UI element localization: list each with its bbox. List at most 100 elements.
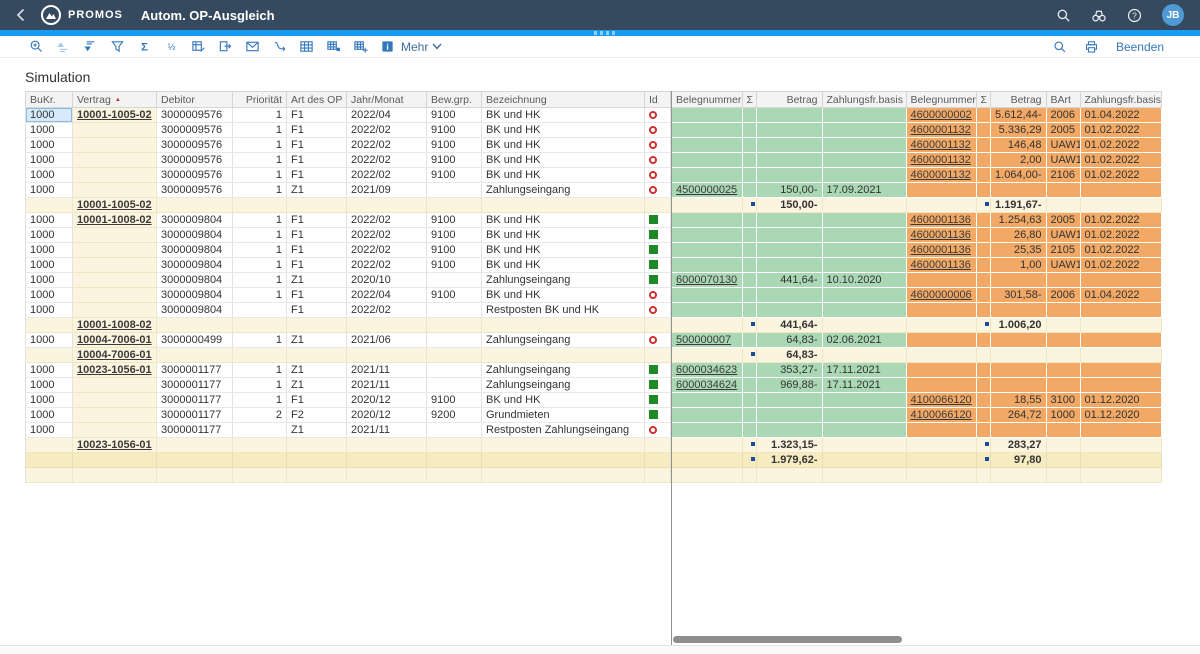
column-header[interactable]: Σ — [976, 92, 990, 108]
cell-zahlungsfr-1 — [822, 288, 906, 303]
beleg-link[interactable]: 6000034624 — [676, 379, 737, 391]
vertrag-subtotal-link[interactable]: 10023-1056-01 — [77, 439, 152, 451]
filter-icon[interactable] — [109, 39, 125, 55]
grid-insert-icon[interactable] — [352, 39, 368, 55]
beleg-link[interactable]: 6000034623 — [676, 364, 737, 376]
column-header[interactable]: Belegnummer — [906, 92, 976, 108]
splitter-grip[interactable] — [594, 31, 618, 35]
cell-bart — [1046, 273, 1080, 288]
beleg-link[interactable]: 4600001136 — [911, 229, 971, 241]
beleg-link[interactable]: 4600001136 — [911, 214, 971, 226]
vertrag-link[interactable]: 10001-1008-02 — [77, 214, 152, 226]
column-header[interactable]: Vertrag▲ — [73, 92, 157, 108]
cell-belegnummer-2: 4600001136 — [906, 258, 976, 273]
beleg-link[interactable]: 4600000002 — [911, 109, 972, 121]
search-icon[interactable] — [1056, 8, 1071, 23]
column-header[interactable]: Zahlungsfr.basis — [1080, 92, 1161, 108]
beleg-link[interactable]: 4600001136 — [911, 259, 971, 271]
beleg-link[interactable]: 500000007 — [676, 334, 731, 346]
column-header[interactable]: Σ — [742, 92, 756, 108]
column-header[interactable]: Priorität — [233, 92, 287, 108]
toolbar-search-icon[interactable] — [1052, 39, 1068, 55]
avatar[interactable]: JB — [1162, 4, 1184, 26]
zoom-in-icon[interactable] — [28, 39, 44, 55]
cell-bezeichnung: Restposten Zahlungseingang — [482, 423, 645, 438]
beleg-link[interactable]: 4600001132 — [911, 154, 971, 166]
cell-id — [645, 363, 671, 378]
cell-belegnummer-2 — [906, 318, 976, 333]
beleg-link[interactable]: 4100066120 — [911, 394, 972, 406]
beleg-link[interactable]: 4600001136 — [911, 244, 971, 256]
cell-prioritaet: 1 — [233, 378, 287, 393]
column-header[interactable]: Betrag — [990, 92, 1046, 108]
brand-name: PROMOS — [68, 9, 123, 21]
vertrag-subtotal-link[interactable]: 10004-7006-01 — [77, 349, 152, 361]
cell-betrag-1 — [756, 153, 822, 168]
beleg-link[interactable]: 6000070130 — [676, 274, 737, 286]
vertrag-link[interactable]: 10001-1005-02 — [77, 109, 152, 121]
cell-id — [645, 348, 671, 363]
column-header[interactable]: Zahlungsfr.basis — [822, 92, 906, 108]
vertrag-link[interactable]: 10023-1056-01 — [77, 364, 152, 376]
cell-belegnummer-1 — [672, 348, 742, 363]
column-header[interactable]: Belegnummer — [672, 92, 742, 108]
sort-descending-icon[interactable] — [82, 39, 98, 55]
more-menu[interactable]: Mehr — [401, 40, 442, 54]
sort-ascending-icon[interactable] — [55, 39, 71, 55]
column-header[interactable]: BArt — [1046, 92, 1080, 108]
info-icon[interactable]: i — [379, 39, 395, 55]
print-icon[interactable] — [1084, 39, 1100, 55]
cell-bew-grp — [427, 198, 482, 213]
copy-icon[interactable] — [217, 39, 233, 55]
column-header[interactable]: Jahr/Monat — [347, 92, 427, 108]
cell-vertrag — [73, 288, 157, 303]
column-header[interactable]: Betrag — [756, 92, 822, 108]
beleg-link[interactable]: 4600000006 — [911, 289, 972, 301]
cell-art-des-op: F1 — [287, 138, 347, 153]
cell-bukr: 1000 — [26, 423, 73, 438]
help-icon[interactable]: ? — [1127, 8, 1142, 23]
drilldown-icon[interactable] — [271, 39, 287, 55]
beleg-link[interactable]: 4600001132 — [911, 169, 971, 181]
column-header[interactable]: BuKr. — [26, 92, 73, 108]
cell-zahlungsfr-2 — [1080, 333, 1161, 348]
cell-zahlungsfr-2: 01.04.2022 — [1080, 108, 1161, 123]
cell-bart: UAW1 — [1046, 228, 1080, 243]
cell-id — [645, 228, 671, 243]
beleg-link[interactable]: 4100066120 — [911, 409, 972, 421]
column-header[interactable]: Art des OP — [287, 92, 347, 108]
beleg-link[interactable]: 4500000025 — [676, 184, 737, 196]
grid-settings-icon[interactable] — [325, 39, 341, 55]
vertrag-link[interactable]: 10004-7006-01 — [77, 334, 152, 346]
column-header[interactable]: Bew.grp. — [427, 92, 482, 108]
beleg-link[interactable]: 4600001132 — [911, 124, 971, 136]
cell-betrag-1 — [756, 423, 822, 438]
column-header[interactable]: Debitor — [157, 92, 233, 108]
sum-icon[interactable]: Σ — [136, 39, 152, 55]
column-header[interactable]: Id — [645, 92, 671, 108]
cell-bew-grp: 9100 — [427, 108, 482, 123]
horizontal-scrollbar-thumb[interactable] — [673, 636, 902, 643]
cell-zahlungsfr-1 — [822, 153, 906, 168]
cell-sum-2 — [976, 453, 990, 468]
cell-betrag-1: 150,00- — [756, 183, 822, 198]
cell-bew-grp: 9100 — [427, 168, 482, 183]
cell-vertrag — [73, 153, 157, 168]
cell-bart — [1046, 303, 1080, 318]
column-header[interactable]: Bezeichnung — [482, 92, 645, 108]
beleg-link[interactable]: 4600001132 — [911, 139, 971, 151]
grid-icon[interactable] — [298, 39, 314, 55]
display-change-icon[interactable] — [190, 39, 206, 55]
binoculars-icon[interactable] — [1091, 8, 1107, 23]
cell-sum-1 — [742, 363, 756, 378]
back-icon[interactable] — [16, 8, 25, 22]
vertrag-subtotal-link[interactable]: 10001-1005-02 — [77, 199, 152, 211]
promos-logo-icon — [41, 5, 61, 25]
vertrag-subtotal-link[interactable]: 10001-1008-02 — [77, 319, 152, 331]
email-icon[interactable] — [244, 39, 260, 55]
exit-button[interactable]: Beenden — [1116, 40, 1164, 54]
table-row: 50000000764,83-02.06.2021 — [672, 333, 1161, 348]
cell-bukr — [26, 453, 73, 468]
cell-id — [645, 408, 671, 423]
average-icon[interactable]: ½ — [163, 39, 179, 55]
